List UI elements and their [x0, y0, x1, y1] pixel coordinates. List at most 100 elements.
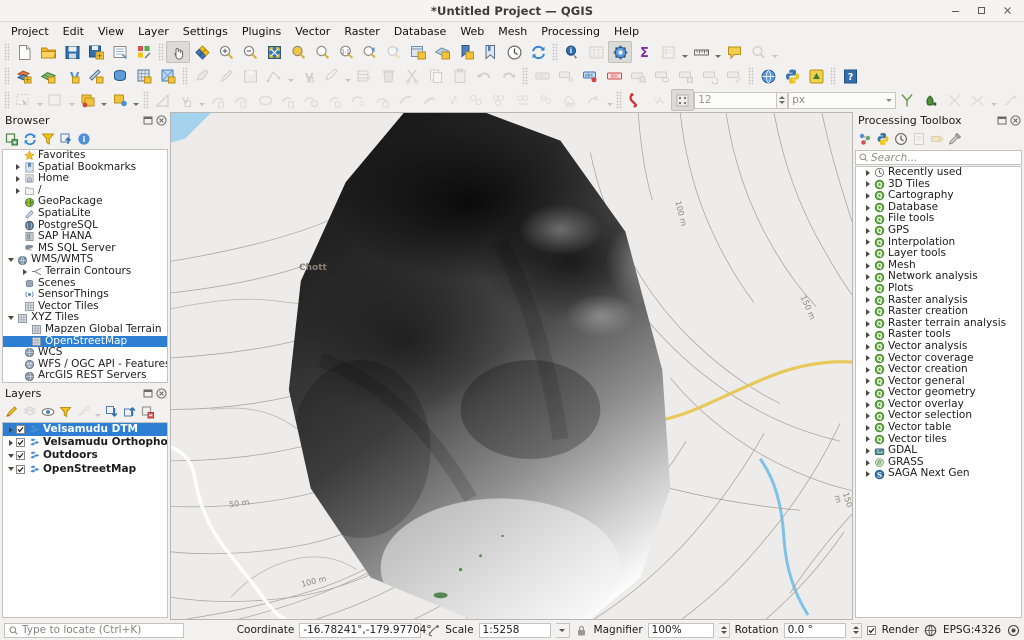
menu-layer[interactable]: Layer [131, 24, 176, 39]
expander-collapsed-icon[interactable] [12, 188, 23, 194]
edit-in-place-icon[interactable] [928, 131, 945, 148]
delete-selected-icon[interactable] [376, 65, 400, 87]
open-attribute-table-icon[interactable] [584, 41, 608, 63]
expander-collapsed-icon[interactable] [862, 355, 873, 361]
measure-line-icon[interactable] [689, 41, 713, 63]
layer-visibility-checkbox[interactable] [16, 451, 25, 460]
toolbar-grip[interactable] [830, 67, 836, 85]
save-layer-edits-icon[interactable] [238, 65, 262, 87]
lock-icon[interactable] [575, 623, 589, 637]
expand-all-icon[interactable] [103, 404, 120, 421]
delete-ring-icon[interactable] [347, 89, 370, 111]
snapping-mode-icon[interactable] [671, 89, 695, 111]
layers-tree[interactable]: Velsamudu DTMVelsamudu Orthophoto PlanOu… [2, 422, 168, 618]
scale-dropdown-icon[interactable] [556, 623, 570, 638]
processing-undock-icon[interactable] [997, 115, 1008, 126]
layer-visibility-checkbox[interactable] [16, 425, 25, 434]
layers-undock-icon[interactable] [143, 388, 154, 399]
processing-item-database[interactable]: QDatabase [856, 202, 1021, 214]
expander-collapsed-icon[interactable] [862, 390, 873, 396]
processing-item-interpolation[interactable]: QInterpolation [856, 237, 1021, 249]
layer-item-velsamudu-dtm[interactable]: Velsamudu DTM [3, 423, 167, 436]
expander-collapsed-icon[interactable] [862, 263, 873, 269]
add-layer-icon[interactable] [3, 131, 20, 148]
expander-collapsed-icon[interactable] [862, 367, 873, 373]
layer-visibility-checkbox[interactable] [16, 438, 25, 447]
menu-edit[interactable]: Edit [56, 24, 91, 39]
new-3d-map-view-icon[interactable] [430, 41, 454, 63]
style-manager-icon[interactable] [132, 41, 156, 63]
menu-raster[interactable]: Raster [337, 24, 386, 39]
expander-collapsed-icon[interactable] [862, 378, 873, 384]
filter-browser-icon[interactable] [39, 131, 56, 148]
layer-item-outdoors[interactable]: Outdoors [3, 449, 167, 462]
expander-collapsed-icon[interactable] [862, 239, 873, 245]
processing-item-cartography[interactable]: QCartography [856, 190, 1021, 202]
merge-attributes-icon[interactable] [488, 89, 511, 111]
temporal-controller-icon[interactable] [502, 41, 526, 63]
topological-editing-icon[interactable] [896, 89, 919, 111]
select-caret-icon[interactable] [35, 89, 44, 111]
expander-expanded-icon[interactable] [5, 316, 16, 320]
browser-item-spatial-bookmarks[interactable]: Spatial Bookmarks [3, 162, 167, 174]
snapping-tolerance-input[interactable]: 12 [694, 92, 777, 109]
expander-collapsed-icon[interactable] [862, 413, 873, 419]
processing-item-vector-general[interactable]: QVector general [856, 376, 1021, 388]
rotate-points-caret-icon[interactable] [605, 89, 614, 111]
add-circular-string-icon[interactable] [206, 89, 229, 111]
processing-tree[interactable]: Recently usedQ3D TilesQCartographyQDatab… [855, 166, 1022, 618]
toolbar-grip[interactable] [4, 43, 10, 61]
processing-item-layer-tools[interactable]: QLayer tools [856, 248, 1021, 260]
expander-expanded-icon[interactable] [5, 258, 16, 262]
open-project-icon[interactable] [36, 41, 60, 63]
processing-item-grass[interactable]: GRASS [856, 457, 1021, 469]
label-pin-icon[interactable] [554, 65, 578, 87]
snapping-self-caret-icon[interactable] [990, 89, 999, 111]
browser-item-xyz-tiles[interactable]: XYZ Tiles [3, 312, 167, 324]
options-icon[interactable] [608, 41, 632, 63]
processing-item-plots[interactable]: QPlots [856, 283, 1021, 295]
processing-item-mesh[interactable]: QMesh [856, 260, 1021, 272]
zoom-to-layer-icon[interactable] [310, 41, 334, 63]
select-all-icon[interactable] [76, 89, 99, 111]
toolbar-grip[interactable] [143, 91, 149, 109]
zoom-next-icon[interactable] [382, 41, 406, 63]
processing-search-input[interactable]: Search… [855, 150, 1022, 165]
browser-item-terrain-contours[interactable]: Terrain Contours [3, 266, 167, 278]
browser-properties-icon[interactable]: i [75, 131, 92, 148]
new-bookmark-icon[interactable] [454, 41, 478, 63]
rotation-spinner[interactable] [851, 623, 862, 638]
paste-features-icon[interactable] [448, 65, 472, 87]
crs-value[interactable]: EPSG:4326 [943, 624, 1001, 636]
measure-caret-icon[interactable] [713, 41, 722, 63]
statistical-summary-icon[interactable]: Σ [632, 41, 656, 63]
cut-features-icon[interactable] [400, 65, 424, 87]
browser-item-mapzen-global-terrain[interactable]: Mapzen Global Terrain [3, 324, 167, 336]
copy-features-icon[interactable] [424, 65, 448, 87]
browser-undock-icon[interactable] [143, 115, 154, 126]
processing-item-vector-table[interactable]: QVector table [856, 422, 1021, 434]
expander-collapsed-icon[interactable] [5, 427, 16, 433]
collapse-all-icon[interactable] [57, 131, 74, 148]
show-bookmarks-icon[interactable] [478, 41, 502, 63]
toggle-extents-icon[interactable] [426, 623, 440, 637]
expander-collapsed-icon[interactable] [862, 216, 873, 222]
filter-legend-caret-icon[interactable] [93, 405, 102, 419]
rotate-label-icon[interactable] [698, 65, 722, 87]
processing-item-raster-tools[interactable]: QRaster tools [856, 329, 1021, 341]
select-by-expression-caret-icon[interactable] [132, 89, 141, 111]
menu-vector[interactable]: Vector [288, 24, 337, 39]
browser-item-wms-wmts[interactable]: WMS/WMTS [3, 254, 167, 266]
locate-input[interactable]: Type to locate (Ctrl+K) [4, 623, 184, 638]
browser-item-wfs-ogc-api-features[interactable]: WFS / OGC API - Features [3, 359, 167, 371]
attribute-table-caret-icon[interactable] [680, 41, 689, 63]
add-circular-string-radius-icon[interactable] [230, 89, 253, 111]
add-delimited-text-layer-icon[interactable] [84, 65, 108, 87]
snapping-enable-icon[interactable] [624, 89, 647, 111]
minimize-icon[interactable] [942, 1, 968, 21]
history-icon[interactable] [892, 131, 909, 148]
menu-plugins[interactable]: Plugins [235, 24, 288, 39]
processing-item-vector-geometry[interactable]: QVector geometry [856, 387, 1021, 399]
add-mesh-layer-icon[interactable]: V [60, 65, 84, 87]
processing-item-vector-overlay[interactable]: QVector overlay [856, 399, 1021, 411]
